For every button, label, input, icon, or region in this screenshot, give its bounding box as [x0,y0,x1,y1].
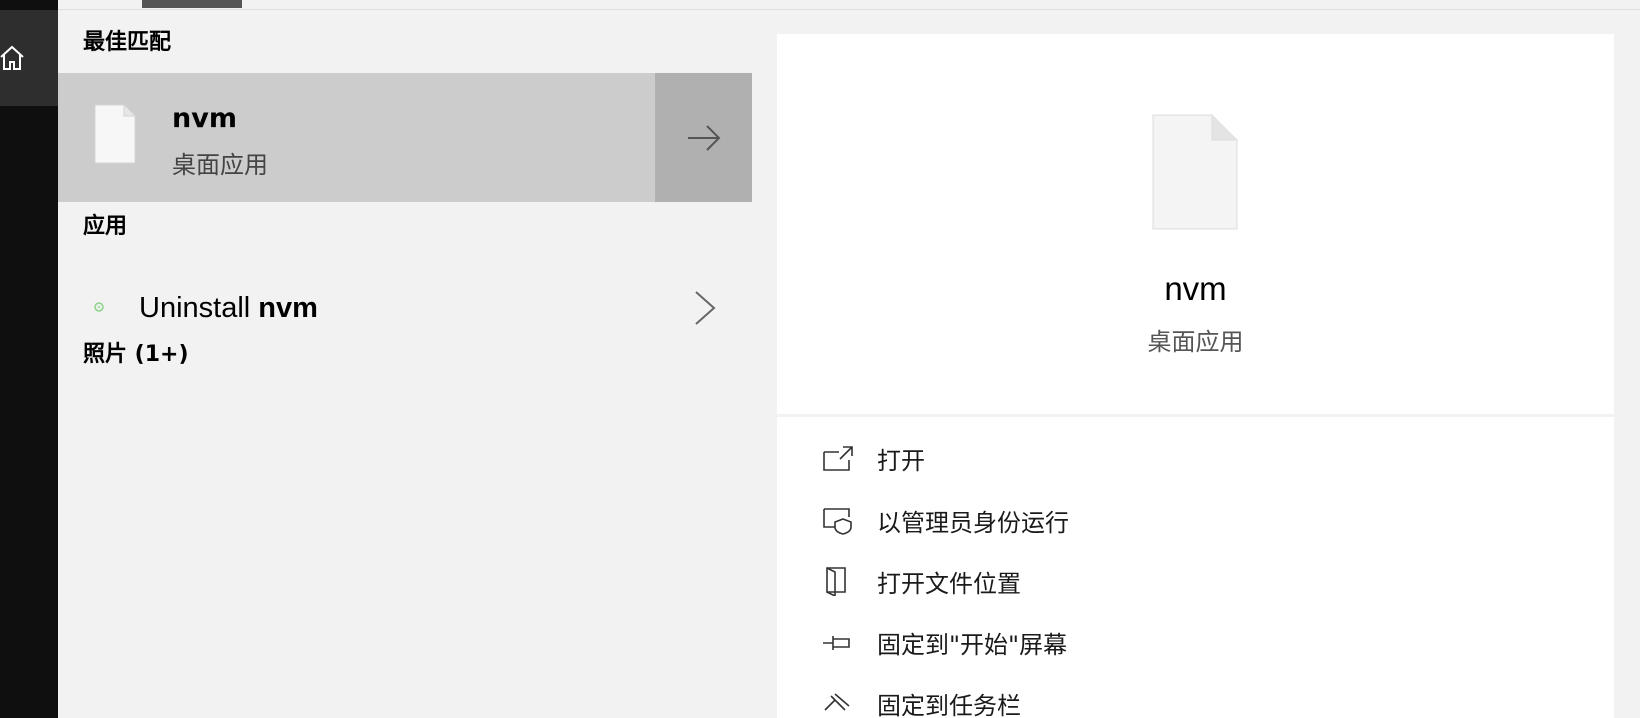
action-open[interactable]: 打开 [777,429,1614,485]
action-run-as-admin[interactable]: 以管理员身份运行 [777,491,1614,547]
details-app-type: 桌面应用 [1147,328,1244,356]
app-result-label: Uninstall nvm [139,292,318,324]
app-result-uninstall-nvm[interactable]: Uninstall nvm [58,280,752,336]
pin-taskbar-icon [824,693,850,711]
best-match-item[interactable]: nvm 桌面应用 [58,73,653,202]
top-strip [58,0,1640,10]
open-icon [823,446,853,471]
home-button[interactable] [0,10,58,106]
home-icon [0,45,24,70]
best-match-type: 桌面应用 [172,151,268,179]
action-pin-to-taskbar[interactable]: 固定到任务栏 [777,674,1614,718]
file-icon [1152,114,1238,230]
action-label: 固定到"开始"屏幕 [877,631,1068,659]
left-rail [0,0,58,718]
run-as-admin-icon [823,508,852,535]
action-label: 打开 [877,447,925,475]
file-icon [94,104,136,164]
action-pin-to-start[interactable]: 固定到"开始"屏幕 [777,613,1614,669]
actions-list: 打开 以管理员身份运行 打开文件位置 固定到"开始"屏幕 固定到任务栏 [777,417,1614,718]
action-label: 以管理员身份运行 [877,509,1069,537]
details-card: nvm 桌面应用 [777,34,1614,414]
best-match-heading: 最佳匹配 [83,30,172,55]
action-label: 打开文件位置 [877,570,1021,598]
pin-start-icon [823,636,850,650]
photos-heading[interactable]: 照片 (1+) [83,336,189,368]
action-open-file-location[interactable]: 打开文件位置 [777,552,1614,608]
app-icon [94,302,104,312]
apps-heading: 应用 [83,214,128,239]
results-pane: 最佳匹配 nvm 桌面应用 应用 Uninstall nvm 照片 (1+) [58,10,752,718]
details-pane: nvm 桌面应用 打开 以管理员身份运行 打开文件位置 固定到"开始"屏幕 固定… [752,10,1640,718]
file-location-icon [826,567,846,596]
action-label: 固定到任务栏 [877,692,1021,718]
chevron-right-icon[interactable] [692,290,718,326]
details-app-name: nvm [1164,270,1227,307]
best-match-row[interactable]: nvm 桌面应用 [58,73,752,202]
expand-details-button[interactable] [655,73,752,202]
active-tab-indicator [142,0,242,8]
arrow-right-icon [687,124,720,151]
best-match-name: nvm [172,103,237,134]
